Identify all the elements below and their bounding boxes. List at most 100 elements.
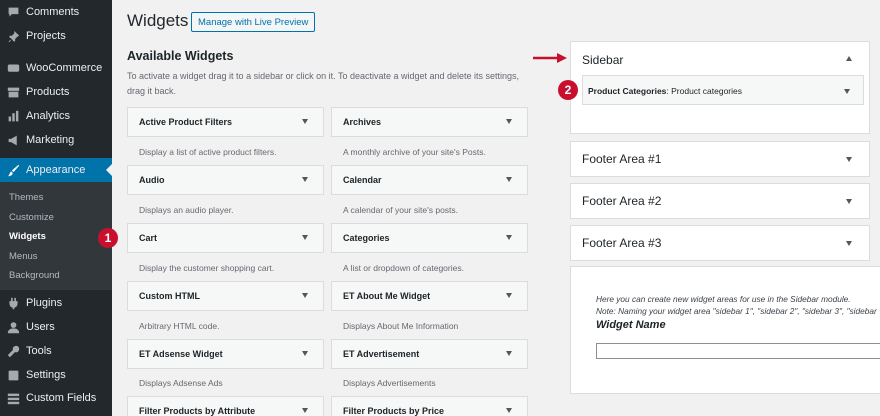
widget-card[interactable]: Filter Products by Attribute (127, 396, 324, 416)
widget-description: Arbitrary HTML code. (139, 321, 220, 331)
widget-title: Filter Products by Attribute (139, 406, 256, 416)
menu-label: Products (26, 86, 70, 98)
caret-down-icon[interactable] (302, 119, 308, 124)
plugin-icon (0, 297, 26, 310)
caret-down-icon[interactable] (846, 199, 852, 204)
footer-area-title: Footer Area #3 (582, 236, 662, 250)
menu-woocommerce[interactable]: WooCommerce (0, 56, 112, 80)
create-area-note: Note: Naming your widget area "sidebar 1… (596, 306, 877, 316)
caret-down-icon[interactable] (506, 235, 512, 240)
widget-card[interactable]: Filter Products by Price (331, 396, 528, 416)
widget-card[interactable]: Audio (127, 165, 324, 195)
caret-down-icon[interactable] (506, 177, 512, 182)
menu-label: Tools (26, 345, 52, 357)
step-badge-1: 1 (98, 228, 118, 248)
caret-down-icon[interactable] (846, 241, 852, 246)
admin-sidebar: Comments Projects WooCommerce Products A… (0, 0, 112, 416)
caret-down-icon[interactable] (302, 408, 308, 413)
caret-down-icon[interactable] (302, 351, 308, 356)
submenu-themes[interactable]: Themes (9, 192, 43, 203)
menu-label: Users (26, 321, 55, 333)
widget-description: Displays About Me Information (343, 321, 459, 331)
menu-appearance[interactable]: Appearance (0, 158, 112, 182)
widget-description: Displays an audio player. (139, 205, 234, 215)
wrench-icon (0, 345, 26, 358)
menu-custom-fields[interactable]: Custom Fields (0, 386, 112, 410)
footer-area-2[interactable]: Footer Area #2 (570, 183, 870, 219)
menu-tools[interactable]: Tools (0, 339, 112, 363)
widget-title: ET About Me Widget (343, 291, 431, 301)
widget-description: A monthly archive of your site's Posts. (343, 147, 486, 157)
menu-label: Settings (26, 369, 66, 381)
caret-down-icon[interactable] (302, 293, 308, 298)
widget-card[interactable]: Active Product Filters (127, 107, 324, 137)
submenu-menus[interactable]: Menus (9, 251, 38, 262)
caret-up-icon[interactable] (846, 56, 852, 61)
widget-description: Display a list of active product filters… (139, 147, 277, 157)
widget-card[interactable]: ET About Me Widget (331, 281, 528, 311)
footer-area-title: Footer Area #2 (582, 194, 662, 208)
menu-settings[interactable]: Settings (0, 363, 112, 387)
widget-card[interactable]: Archives (331, 107, 528, 137)
widget-card[interactable]: ET Advertisement (331, 339, 528, 369)
menu-projects[interactable]: Projects (0, 24, 112, 48)
menu-marketing[interactable]: Marketing (0, 128, 112, 152)
menu-label: WooCommerce (26, 62, 103, 74)
menu-analytics[interactable]: Analytics (0, 104, 112, 128)
megaphone-icon (0, 134, 26, 147)
menu-label: Custom Fields (26, 392, 97, 404)
users-icon (0, 321, 26, 334)
submenu-background[interactable]: Background (9, 270, 60, 281)
widget-card[interactable]: Calendar (331, 165, 528, 195)
caret-down-icon[interactable] (506, 408, 512, 413)
caret-down-icon[interactable] (506, 293, 512, 298)
caret-down-icon[interactable] (844, 89, 850, 94)
widget-title: Archives (343, 117, 382, 127)
manage-live-preview-button[interactable]: Manage with Live Preview (191, 12, 316, 32)
widget-title: Filter Products by Price (343, 406, 445, 416)
widget-title: ET Adsense Widget (139, 349, 223, 359)
caret-down-icon[interactable] (506, 119, 512, 124)
footer-area-1[interactable]: Footer Area #1 (570, 141, 870, 177)
available-widgets-description: To activate a widget drag it to a sideba… (127, 71, 520, 96)
footer-area-title: Footer Area #1 (582, 152, 662, 166)
widget-name-input[interactable] (596, 343, 880, 359)
sidebar-widget-product-categories[interactable]: Product Categories: Product categories (582, 75, 864, 105)
menu-label: Analytics (26, 110, 71, 122)
widget-description: A calendar of your site's posts. (343, 205, 459, 215)
chart-bar-icon (0, 110, 26, 123)
create-area-help: Here you can create new widget areas for… (596, 294, 851, 304)
page-title: Widgets (127, 11, 189, 30)
caret-down-icon[interactable] (302, 235, 308, 240)
widget-title: Calendar (343, 175, 382, 185)
widget-card[interactable]: Categories (331, 223, 528, 253)
menu-label: Appearance (26, 164, 86, 176)
menu-label: Comments (26, 6, 80, 18)
red-arrow-annotation (533, 53, 567, 63)
widget-card[interactable]: Cart (127, 223, 324, 253)
sidebar-widget-name: Product Categories (588, 86, 667, 96)
menu-users[interactable]: Users (0, 315, 112, 339)
archive-icon (0, 86, 26, 99)
widget-title: ET Advertisement (343, 349, 420, 359)
submenu-customize[interactable]: Customize (9, 212, 54, 223)
widget-card[interactable]: Custom HTML (127, 281, 324, 311)
widget-title: Custom HTML (139, 291, 200, 301)
menu-label: Projects (26, 30, 66, 42)
menu-comments[interactable]: Comments (0, 0, 112, 24)
widget-card[interactable]: ET Adsense Widget (127, 339, 324, 369)
appearance-submenu: Themes Customize Widgets Menus Backgroun… (0, 182, 112, 290)
widget-title: Categories (343, 233, 390, 243)
widget-title: Audio (139, 175, 165, 185)
menu-plugins[interactable]: Plugins (0, 291, 112, 315)
caret-down-icon[interactable] (302, 177, 308, 182)
caret-down-icon[interactable] (846, 157, 852, 162)
custom-fields-icon (0, 392, 26, 405)
caret-down-icon[interactable] (506, 351, 512, 356)
footer-area-3[interactable]: Footer Area #3 (570, 225, 870, 261)
widget-description: Display the customer shopping cart. (139, 263, 275, 273)
widget-name-label: Widget Name (596, 319, 666, 331)
menu-products[interactable]: Products (0, 80, 112, 104)
paintbrush-icon (0, 164, 26, 177)
submenu-widgets[interactable]: Widgets (9, 231, 46, 242)
